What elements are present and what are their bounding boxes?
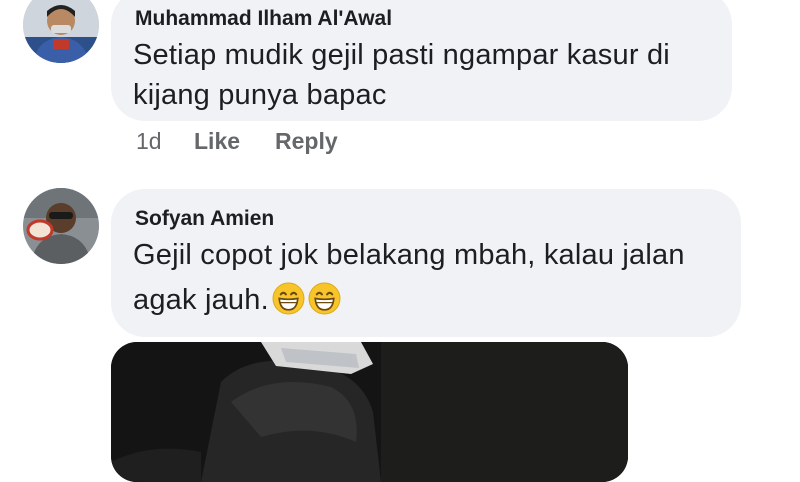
reply-button[interactable]: Reply	[275, 128, 338, 155]
comment-author[interactable]: Muhammad Ilham Al'Awal	[135, 7, 392, 31]
comment-photo-attachment[interactable]	[111, 342, 628, 482]
like-button[interactable]: Like	[194, 128, 240, 155]
comment-text-line: Gejil copot jok belakang mbah, kalau jal…	[133, 239, 685, 271]
avatar[interactable]	[23, 0, 99, 63]
comment-bubble: Muhammad Ilham Al'Awal Setiap mudik geji…	[111, 0, 732, 121]
grinning-face-icon	[272, 282, 305, 315]
grinning-face-icon	[308, 282, 341, 315]
avatar[interactable]	[23, 188, 99, 264]
comment-author[interactable]: Sofyan Amien	[135, 207, 274, 231]
comment-bubble: Sofyan Amien Gejil copot jok belakang mb…	[111, 189, 741, 337]
comment-timestamp[interactable]: 1d	[136, 128, 162, 155]
comment-text-line: agak jauh.	[133, 282, 341, 317]
comment-text-line: Setiap mudik gejil pasti ngampar kasur d…	[133, 39, 670, 71]
comment-text: agak jauh.	[133, 284, 269, 316]
comment-text-line: kijang punya bapac	[133, 79, 387, 111]
